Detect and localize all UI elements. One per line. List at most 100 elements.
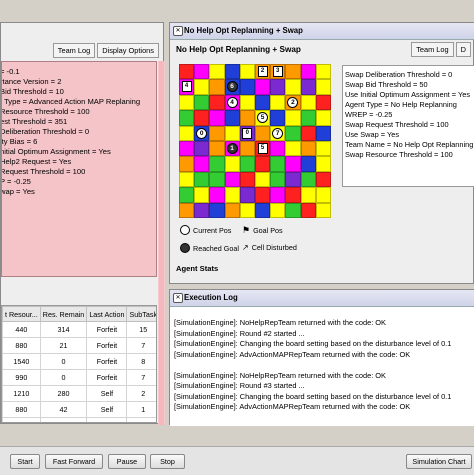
legend-label: Cell Disturbed	[251, 243, 297, 252]
board-cell	[209, 79, 225, 95]
board-cell	[285, 64, 301, 80]
goal-flag-icon: 0	[242, 127, 253, 139]
table-cell: 880	[2, 417, 41, 422]
log-line: [SimulationEngine]: NoHelpRepTeam return…	[174, 318, 386, 327]
agent-table: t Resour... Res. Remain Last Action SubTask…	[1, 305, 157, 423]
simulation-chart-button[interactable]: Simulation Chart	[406, 454, 472, 469]
log-body[interactable]: [SimulationEngine]: NoHelpRepTeam return…	[170, 307, 474, 426]
table-row[interactable]: 440 314 Forfeit 15	[2, 321, 156, 338]
tab-team-log[interactable]: Team Log	[52, 43, 96, 58]
left-scrollbar[interactable]	[158, 61, 165, 425]
info-line: Swap Bid Threshold = 50	[345, 80, 428, 89]
table-cell: 2	[126, 385, 156, 402]
log-line: [SimulationEngine]: Changing the board s…	[174, 339, 452, 348]
board-cell	[224, 202, 240, 218]
board-cell	[270, 171, 286, 188]
execution-log-panel: ✕ Execution Log [SimulationEngine]: NoHe…	[169, 289, 474, 426]
column-header[interactable]: t Resour...	[2, 306, 41, 322]
board-cell	[255, 79, 271, 95]
info-line: est Threshold = 351	[1, 117, 68, 126]
info-line: WREP = -0.25	[345, 110, 393, 119]
left-team-info: = -0.1 rtance Version = 2 Bid Threshold = …	[1, 61, 157, 277]
legend-label: Goal Pos	[253, 226, 283, 235]
table-cell: Forfeit	[86, 337, 128, 354]
board-cell	[209, 202, 225, 218]
log-title-bar: ✕ Execution Log	[170, 290, 474, 307]
column-header[interactable]: Last Action	[86, 306, 128, 322]
tab-display-options[interactable]: Display Options	[97, 43, 159, 58]
info-line: Agent Type = No Help Replanning	[345, 100, 457, 109]
board-cell	[194, 202, 210, 218]
table-row[interactable]: 990 0 Forfeit 7	[2, 369, 156, 386]
table-cell: 2	[126, 417, 156, 422]
board-cell	[239, 187, 255, 203]
board-cell	[315, 110, 331, 126]
board-legend: Current Pos ⚑ Goal Pos Reached Goal ↗ Ce…	[180, 223, 330, 259]
board-cell	[209, 94, 225, 111]
close-icon[interactable]: ✕	[173, 293, 183, 303]
log-title: Execution Log	[184, 293, 238, 302]
table-cell: 8	[126, 353, 156, 370]
table-cell: 0	[39, 417, 88, 422]
board-cell	[285, 171, 301, 188]
board-cell	[179, 125, 195, 141]
board-cell	[270, 202, 286, 218]
table-cell: 990	[2, 369, 41, 386]
info-line: Help2 Request = Yes	[1, 157, 72, 166]
table-row[interactable]: 1540 0 Forfeit 8	[2, 353, 156, 370]
board-cell	[285, 110, 301, 126]
agent-table-grid: t Resour... Res. Remain Last Action SubTask…	[2, 306, 156, 422]
fast-forward-button[interactable]: Fast Forward	[45, 454, 103, 469]
tab-display-options[interactable]: D	[455, 42, 471, 57]
board-cell	[315, 125, 331, 141]
board-cell	[194, 94, 210, 111]
info-line: Team Name = No Help Opt Replanning	[345, 140, 474, 149]
board-cell	[224, 125, 240, 141]
legend-reached-goal: Reached Goal	[180, 243, 239, 253]
info-line: rtance Version = 2	[1, 77, 62, 86]
table-row[interactable]: 1210 280 Self 2	[2, 385, 156, 402]
close-icon[interactable]: ✕	[173, 26, 183, 36]
board-cell	[270, 94, 286, 111]
board-cell	[239, 110, 255, 126]
board-cell	[270, 187, 286, 203]
board-cell	[194, 110, 210, 126]
start-button[interactable]: Start	[10, 454, 40, 469]
current-pos-icon	[180, 225, 190, 235]
legend-label: Current Pos	[193, 225, 232, 235]
stop-button[interactable]: Stop	[150, 454, 185, 469]
table-row[interactable]: 880 21 Forfeit 7	[2, 337, 156, 354]
board-cell	[300, 125, 316, 141]
table-cell: 7	[126, 337, 156, 354]
board-cell	[179, 202, 195, 218]
board-cell	[255, 202, 271, 218]
board-cell	[239, 64, 255, 80]
table-cell: 1	[126, 401, 156, 418]
board-cell	[239, 156, 255, 172]
table-cell: 0	[39, 353, 88, 370]
legend-cell-disturbed: ↗ Cell Disturbed	[242, 243, 297, 252]
board-cell	[300, 202, 316, 218]
board-cell	[315, 79, 331, 95]
board-cell	[224, 171, 240, 188]
column-header[interactable]: Res. Remain	[39, 306, 88, 322]
board-cell	[224, 110, 240, 126]
column-header[interactable]: SubTask	[126, 306, 156, 322]
tab-team-log[interactable]: Team Log	[411, 42, 454, 57]
board-cell	[255, 94, 271, 111]
table-row[interactable]: 8800Forfeit2	[2, 417, 156, 422]
log-line: [SimulationEngine]: NoHelpRepTeam return…	[174, 370, 386, 380]
table-row[interactable]: 880 42 Self 1	[2, 401, 156, 418]
table-cell: 15	[126, 321, 156, 338]
info-line: t Type = Advanced Action MAP Replaning	[1, 97, 141, 106]
board-cell	[194, 79, 210, 95]
info-line: Use Swap = Yes	[345, 130, 400, 139]
pause-button[interactable]: Pause	[108, 454, 146, 469]
left-scrollbar-thumb[interactable]	[159, 61, 164, 425]
board-cell	[209, 141, 225, 157]
info-line: Swap Resource Threshold = 100	[345, 150, 453, 159]
board-cell	[179, 64, 195, 80]
info-line: Bid Threshold = 10	[1, 87, 64, 96]
table-cell: 1210	[2, 385, 41, 402]
board-cell	[300, 141, 316, 157]
